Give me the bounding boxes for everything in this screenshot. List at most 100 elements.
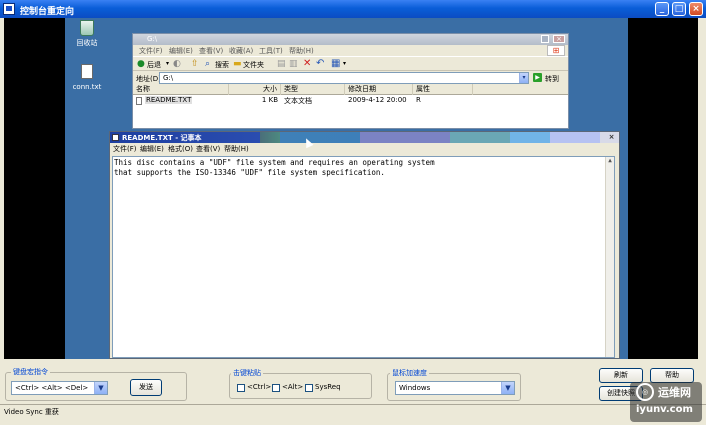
address-dropdown-icon[interactable]: ▾ xyxy=(519,73,528,83)
notepad-menubar: 文件(F) 编辑(E) 格式(O) 查看(V) 帮助(H) xyxy=(110,143,619,154)
folders-button[interactable]: 文件夹 xyxy=(243,60,264,70)
explorer-maximize-button[interactable] xyxy=(541,35,549,43)
explorer-addressbar: 地址(D) G:\ ▾ ▶ 转到 xyxy=(133,70,568,84)
go-arrow-icon[interactable]: ▶ xyxy=(533,73,542,82)
notepad-text-area[interactable]: This disc contains a "UDF" file system a… xyxy=(112,156,615,358)
text-line: that supports the ISO-13346 "UDF" file s… xyxy=(114,168,385,177)
views-icon[interactable]: ▦ xyxy=(331,58,340,69)
explorer-menu-edit[interactable]: 编辑(E) xyxy=(169,46,193,56)
notepad-menu-edit[interactable]: 编辑(E) xyxy=(140,144,164,154)
back-button[interactable]: 后退 xyxy=(147,60,161,70)
sysreq-checkbox[interactable] xyxy=(305,384,313,392)
keyboard-macro-title: 键盘宏指令 xyxy=(11,367,50,377)
send-button[interactable]: 发送 xyxy=(130,379,162,396)
ctrl-label: <Ctrl> xyxy=(247,383,272,391)
file-size: 1 KB xyxy=(261,96,278,104)
column-header: 名称 大小 类型 修改日期 属性 xyxy=(133,84,568,95)
column-type[interactable]: 类型 xyxy=(281,84,345,95)
notepad-titlebar: README.TXT - 记事本 × xyxy=(110,132,619,143)
scroll-up-icon[interactable]: ▲ xyxy=(606,157,614,165)
status-text: Video Sync 重获 xyxy=(4,408,59,416)
notepad-menu-file[interactable]: 文件(F) xyxy=(113,144,137,154)
window-titlebar: 控制台重定向 _ □ × xyxy=(0,0,706,18)
desktop-icon-recycle-bin[interactable]: 回收站 xyxy=(67,20,107,48)
column-modified[interactable]: 修改日期 xyxy=(345,84,413,95)
explorer-close-button[interactable]: × xyxy=(553,35,565,43)
app-icon xyxy=(3,3,15,15)
watermark-logo: ◎ 运维网 iyunv.com xyxy=(630,382,702,422)
ctrl-checkbox[interactable] xyxy=(237,384,245,392)
mouse-acceleration-value: Windows xyxy=(399,384,431,392)
notepad-menu-format[interactable]: 格式(O) xyxy=(168,144,193,154)
explorer-titlebar: G:\ × xyxy=(133,34,568,45)
address-input[interactable]: G:\ ▾ xyxy=(159,72,529,84)
close-button[interactable]: × xyxy=(689,2,703,16)
move-to-icon[interactable]: ▤ xyxy=(277,59,286,69)
explorer-menu-tools[interactable]: 工具(T) xyxy=(259,46,283,56)
help-button[interactable]: 帮助 xyxy=(650,368,694,383)
chevron-down-icon[interactable]: ▼ xyxy=(501,382,514,394)
explorer-menu-help[interactable]: 帮助(H) xyxy=(289,46,314,56)
file-modified: 2009-4-12 20:00 xyxy=(348,96,407,104)
keyboard-macro-value: <Ctrl> <Alt> <Del> xyxy=(15,384,89,392)
chevron-down-icon[interactable]: ▼ xyxy=(94,382,107,394)
address-value: G:\ xyxy=(163,74,174,82)
search-icon: ⌕ xyxy=(205,59,211,69)
file-type: 文本文档 xyxy=(284,97,312,105)
file-attributes: R xyxy=(416,96,421,104)
text-line: This disc contains a "UDF" file system a… xyxy=(114,158,435,167)
maximize-button[interactable]: □ xyxy=(672,2,686,16)
go-button[interactable]: 转到 xyxy=(545,74,559,84)
watermark-emblem: ◎ xyxy=(636,383,654,401)
alt-checkbox[interactable] xyxy=(272,384,280,392)
back-dropdown-icon[interactable]: ▾ xyxy=(166,60,169,67)
desktop-icon-label: 回收站 xyxy=(76,39,98,47)
column-size[interactable]: 大小 xyxy=(229,84,281,95)
file-name: README.TXT xyxy=(145,96,193,104)
column-name[interactable]: 名称 xyxy=(133,84,229,95)
watermark-line1: 运维网 xyxy=(658,386,691,399)
notepad-icon xyxy=(112,134,119,141)
remote-desktop[interactable]: 回收站 conn.txt G:\ × 文件(F) 编辑(E) 查看(V) 收藏(… xyxy=(65,18,628,359)
file-row[interactable]: README.TXT 1 KB 文本文档 2009-4-12 20:00 R xyxy=(133,96,568,106)
forward-arrow-icon[interactable]: ◐ xyxy=(173,59,181,69)
status-bar: Video Sync 重获 xyxy=(0,404,706,425)
copy-to-icon[interactable]: ▥ xyxy=(289,59,298,69)
explorer-title: G:\ xyxy=(147,35,158,43)
explorer-menu-view[interactable]: 查看(V) xyxy=(199,46,223,56)
notepad-close-button[interactable]: × xyxy=(606,133,617,142)
desktop-icon-label: conn.txt xyxy=(72,83,102,91)
window-title: 控制台重定向 xyxy=(20,7,75,17)
address-label: 地址(D) xyxy=(136,75,161,83)
keyboard-macro-select[interactable]: <Ctrl> <Alt> <Del> ▼ xyxy=(11,381,108,395)
explorer-toolbar: ● 后退 ▾ ◐ ⇧ ⌕ 搜索 ▬ 文件夹 ▤ ▥ ✕ ↶ ▦ ▾ xyxy=(133,56,568,70)
explorer-menu-file[interactable]: 文件(F) xyxy=(139,46,163,56)
text-file-icon xyxy=(81,64,93,79)
search-button[interactable]: 搜索 xyxy=(215,60,229,70)
alt-label: <Alt> xyxy=(282,383,304,391)
explorer-menu-favorites[interactable]: 收藏(A) xyxy=(229,46,253,56)
notepad-title: README.TXT - 记事本 xyxy=(122,134,202,142)
text-file-icon xyxy=(136,97,142,105)
up-folder-icon[interactable]: ⇧ xyxy=(191,59,199,69)
column-attributes[interactable]: 属性 xyxy=(413,84,473,95)
explorer-menubar: 文件(F) 编辑(E) 查看(V) 收藏(A) 工具(T) 帮助(H) ⊞ xyxy=(133,45,568,56)
mouse-acceleration-select[interactable]: Windows ▼ xyxy=(395,381,515,395)
folders-icon: ▬ xyxy=(233,59,242,69)
views-dropdown-icon[interactable]: ▾ xyxy=(343,60,346,67)
notepad-window: README.TXT - 记事本 × 文件(F) 编辑(E) 格式(O) 查看(… xyxy=(109,131,620,359)
refresh-button[interactable]: 刷新 xyxy=(599,368,643,383)
undo-icon[interactable]: ↶ xyxy=(316,58,324,69)
remote-screen[interactable]: 回收站 conn.txt G:\ × 文件(F) 编辑(E) 查看(V) 收藏(… xyxy=(4,18,698,359)
mouse-acceleration-title: 鼠标加速度 xyxy=(390,368,429,378)
notepad-menu-view[interactable]: 查看(V) xyxy=(196,144,220,154)
desktop-icon-conn-txt[interactable]: conn.txt xyxy=(67,64,107,91)
notepad-menu-help[interactable]: 帮助(H) xyxy=(224,144,249,154)
back-arrow-icon: ● xyxy=(137,59,145,69)
minimize-button[interactable]: _ xyxy=(655,2,669,16)
delete-icon[interactable]: ✕ xyxy=(303,58,311,69)
vertical-scrollbar[interactable]: ▲ xyxy=(605,157,614,357)
recycle-bin-icon xyxy=(80,20,94,36)
watermark-line2: iyunv.com xyxy=(636,404,693,415)
explorer-window: G:\ × 文件(F) 编辑(E) 查看(V) 收藏(A) 工具(T) 帮助(H… xyxy=(132,33,569,129)
